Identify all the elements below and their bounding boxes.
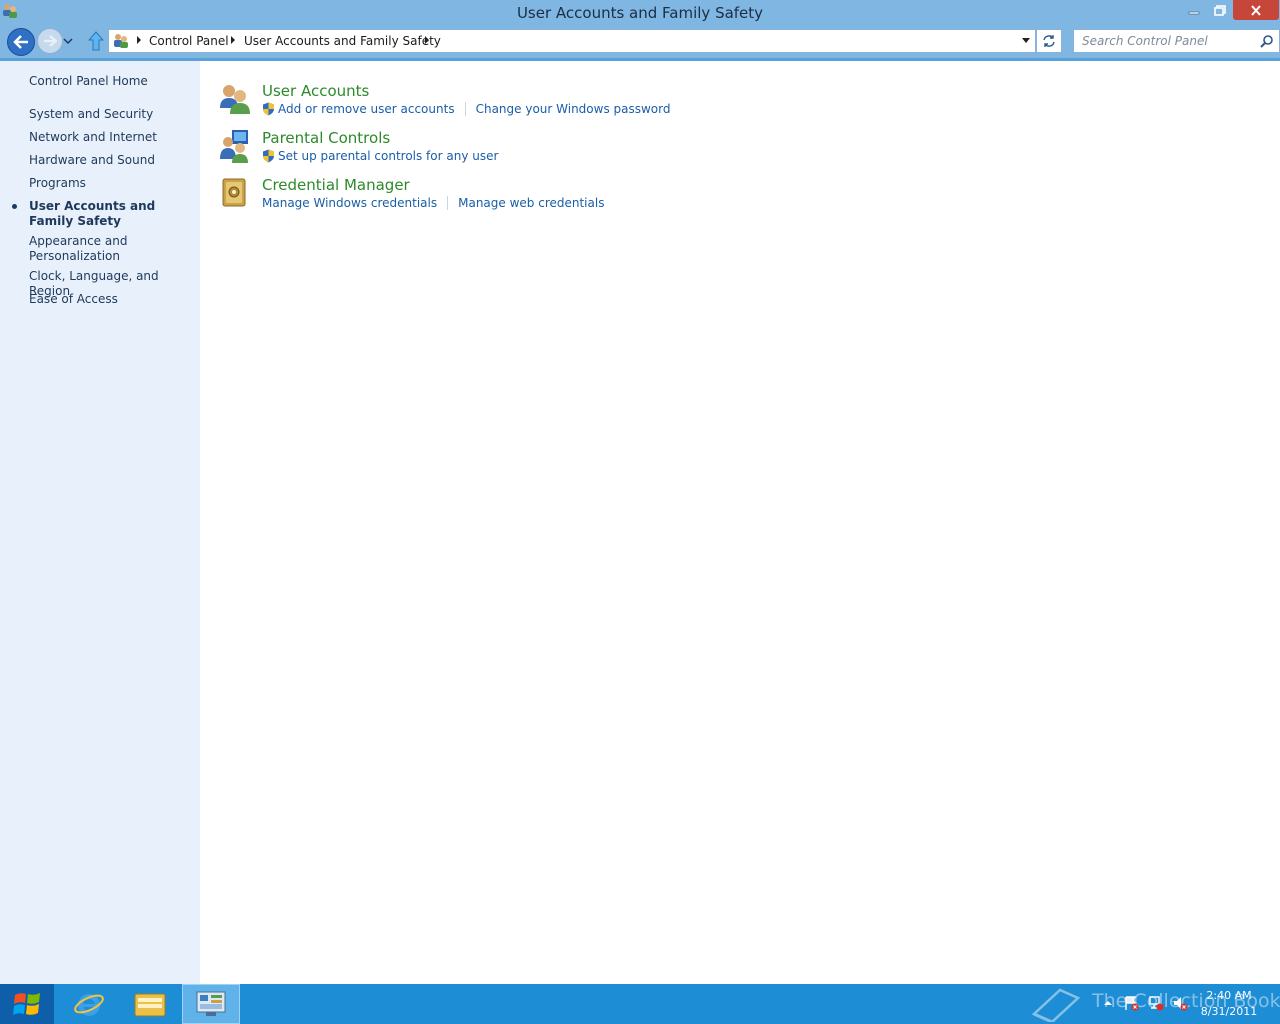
windows-logo-icon [13,993,40,1015]
setup-parental-controls-link[interactable]: Set up parental controls for any user [278,149,498,163]
arrow-left-icon [13,35,28,49]
refresh-icon [1043,35,1055,47]
internet-explorer-icon [74,994,104,1016]
clock-date: 8/31/2011 [1200,1005,1258,1018]
address-bar[interactable]: Control Panel User Accounts and Family S… [108,29,1036,53]
restore-icon [1214,4,1226,16]
taskbar-control-panel[interactable] [182,984,240,1024]
breadcrumb-user-accounts[interactable]: User Accounts and Family Safety [244,34,441,48]
breadcrumb-chevron-right-icon[interactable] [229,35,237,45]
manage-web-credentials-link[interactable]: Manage web credentials [458,196,604,210]
restore-button[interactable] [1207,0,1233,20]
up-arrow-icon[interactable] [87,31,105,51]
window-title: User Accounts and Family Safety [516,4,764,22]
navigation-bar: Control Panel User Accounts and Family S… [0,28,1280,61]
add-remove-accounts-link[interactable]: Add or remove user accounts [278,102,455,116]
folder-icon [134,993,166,1017]
minimize-button[interactable] [1181,0,1207,20]
parental-controls-icon[interactable] [218,129,252,163]
arrow-right-icon [44,35,57,47]
credential-manager-tasks: Manage Windows credentials Manage web cr… [262,196,604,210]
sidebar-item-programs[interactable]: Programs [29,176,194,191]
search-box[interactable] [1073,29,1280,53]
current-item-bullet [12,204,17,209]
sidebar-item-hardware-and-sound[interactable]: Hardware and Sound [29,153,194,168]
manage-windows-credentials-link[interactable]: Manage Windows credentials [262,196,437,210]
recent-pages-chevron-down-icon[interactable] [63,36,73,46]
change-password-link[interactable]: Change your Windows password [476,102,671,116]
credential-manager-icon[interactable] [218,176,252,210]
forward-button[interactable] [37,28,63,54]
back-button[interactable] [7,28,35,56]
action-center-flag-icon[interactable] [1123,995,1139,1011]
breadcrumb-chevron-right-icon[interactable] [423,35,431,45]
uac-shield-icon [263,102,274,116]
sidebar-item-ease-of-access[interactable]: Ease of Access [29,292,194,307]
user-accounts-tasks: Add or remove user accounts Change your … [262,102,670,116]
parental-controls-tasks: Set up parental controls for any user [262,149,498,163]
network-icon[interactable] [1148,995,1164,1011]
taskbar-internet-explorer[interactable] [60,984,118,1024]
taskbar-clock[interactable]: 2:40 AM 8/31/2011 [1198,988,1260,1020]
book-logo-icon [1031,988,1081,1022]
user-accounts-icon[interactable] [218,82,252,116]
minimize-icon [1188,11,1200,15]
main-content: User Accounts Add or remove user account… [200,61,1280,984]
sidebar-item-control-panel-home[interactable]: Control Panel Home [29,74,194,89]
start-button[interactable] [0,984,54,1024]
taskbar-file-explorer[interactable] [121,984,179,1024]
search-input[interactable] [1080,32,1254,50]
parental-controls-link[interactable]: Parental Controls [262,129,390,147]
refresh-button[interactable] [1036,29,1062,53]
link-divider [464,102,466,116]
control-panel-icon [196,991,226,1016]
link-divider [447,196,449,210]
sidebar-item-user-accounts[interactable]: User Accounts and Family Safety [29,199,179,229]
title-bar: User Accounts and Family Safety [0,0,1280,28]
breadcrumb-control-panel[interactable]: Control Panel [149,34,229,48]
close-button[interactable] [1233,0,1279,20]
breadcrumb-chevron-right-icon[interactable] [135,35,143,45]
close-icon [1251,4,1261,16]
volume-muted-icon[interactable] [1172,995,1188,1011]
sidebar-item-appearance[interactable]: Appearance and Personalization [29,234,129,264]
address-history-chevron-down-icon[interactable] [1021,37,1031,45]
search-icon[interactable] [1260,34,1274,48]
sidebar-item-network-and-internet[interactable]: Network and Internet [29,130,194,145]
show-hidden-icons-chevron-up-icon[interactable] [1100,995,1116,1011]
left-nav-pane: Control Panel Home System and Security N… [0,61,200,984]
control-panel-users-icon [114,34,128,48]
uac-shield-icon [263,149,274,163]
sidebar-item-system-and-security[interactable]: System and Security [29,107,194,122]
clock-time: 2:40 AM [1206,989,1252,1002]
user-accounts-link[interactable]: User Accounts [262,82,369,100]
credential-manager-link[interactable]: Credential Manager [262,176,410,194]
taskbar: The Collection Book 2:40 AM 8/31/2011 [0,984,1280,1024]
